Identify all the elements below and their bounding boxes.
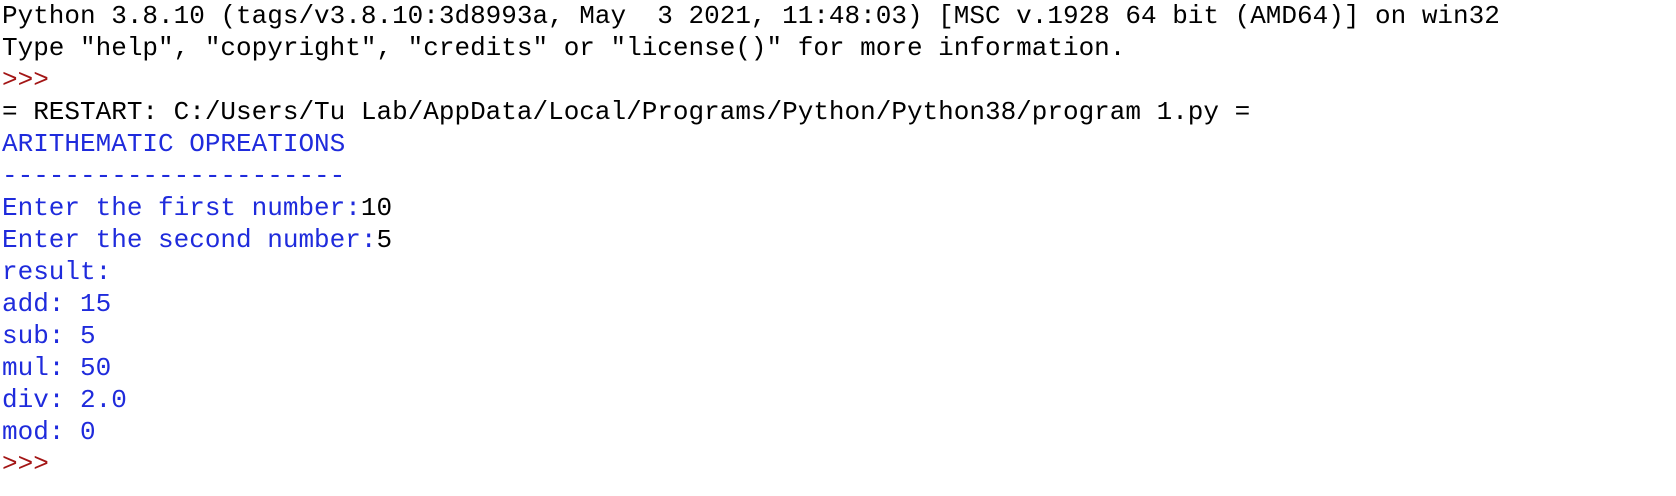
input-line-second: Enter the second number:5 (2, 224, 1676, 256)
shell-prompt-active[interactable]: >>> (2, 448, 1676, 480)
result-sub: sub: 5 (2, 321, 96, 351)
shell-prompt: >>> (2, 65, 65, 95)
banner-line-version: Python 3.8.10 (tags/v3.8.10:3d8993a, May… (2, 1, 1500, 31)
banner-line-help: Type "help", "copyright", "credits" or "… (2, 33, 1126, 63)
restart-line: = RESTART: C:/Users/Tu Lab/AppData/Local… (2, 97, 1251, 127)
input-line-first: Enter the first number:10 (2, 192, 1676, 224)
input-prompt-first: Enter the first number: (2, 193, 361, 223)
user-input-second: 5 (376, 225, 393, 255)
python-idle-shell[interactable]: Python 3.8.10 (tags/v3.8.10:3d8993a, May… (0, 0, 1676, 496)
user-input-first: 10 (360, 193, 393, 223)
result-label: result: (2, 257, 112, 287)
output-underline: ---------------------- (2, 161, 346, 191)
result-mul: mul: 50 (2, 353, 112, 383)
result-add: add: 15 (2, 289, 112, 319)
result-mod: mod: 0 (2, 417, 96, 447)
result-div: div: 2.0 (2, 385, 127, 415)
input-prompt-second: Enter the second number: (2, 225, 377, 255)
output-heading: ARITHEMATIC OPREATIONS (2, 129, 346, 159)
